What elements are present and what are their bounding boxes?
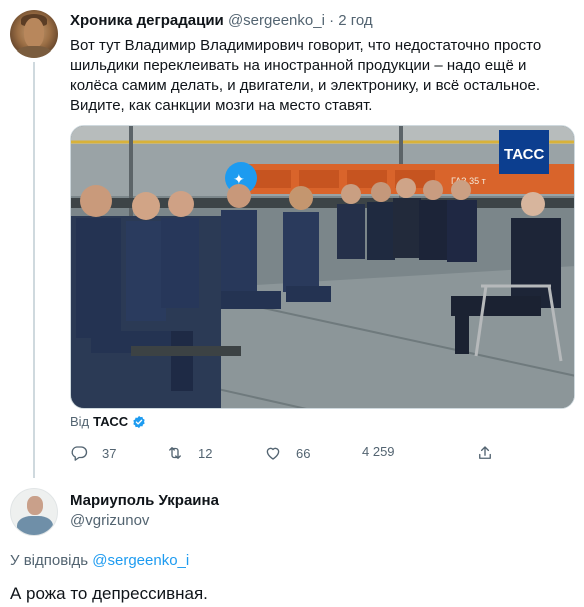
like-count: 66 [296, 445, 311, 461]
retweet-count: 12 [198, 445, 213, 461]
thread-line [33, 62, 35, 478]
officials-group [337, 178, 477, 262]
retweet-icon [169, 447, 181, 459]
via-source[interactable]: ТАСС [93, 414, 128, 430]
meta-separator: · [329, 12, 335, 29]
views-count: 4 259 [362, 444, 395, 459]
reply-author-handle[interactable]: @vgrizunov [70, 512, 149, 530]
like-button[interactable]: 66 [264, 444, 310, 462]
replying-to: У відповідь @sergeenko_i [10, 552, 189, 570]
avatar-torso [17, 516, 53, 535]
heart-icon [266, 447, 280, 460]
author-name[interactable]: Хроника деградации [70, 12, 224, 29]
avatar-body [16, 46, 52, 58]
reply-prefix: У відповідь [10, 552, 89, 569]
avatar-face [24, 18, 44, 48]
factory-meeting-photo: ГАЗ 35 т ✦ ТАСС [71, 126, 574, 408]
retweet-button[interactable]: 12 [166, 444, 212, 462]
tweet-text: Вот тут Владимир Владимирович говорит, ч… [70, 37, 542, 114]
tweet-main[interactable]: Хроника деградации @sergeenko_i · 2 год … [0, 0, 584, 478]
tweet-header: Хроника деградации @sergeenko_i · 2 год [70, 12, 373, 30]
reply-count: 37 [102, 445, 117, 461]
tweet-actions: 37 12 66 4 259 [70, 444, 500, 464]
reply-text: А рожа то депрессивная. [10, 584, 208, 603]
reply-to-handle-link[interactable]: @sergeenko_i [92, 552, 189, 569]
author-avatar[interactable] [10, 10, 58, 58]
source-attribution: Від ТАСС [70, 414, 146, 430]
tweet-media-image[interactable]: ГАЗ 35 т ✦ ТАСС [70, 125, 575, 409]
tweet-time[interactable]: 2 год [338, 12, 372, 29]
share-icon [479, 446, 491, 459]
share-button[interactable] [476, 444, 494, 462]
reply-icon [71, 446, 88, 461]
reply-author-avatar[interactable] [10, 488, 58, 536]
via-prefix: Від [70, 414, 90, 429]
watermark-text: ТАСС [504, 146, 545, 163]
author-handle[interactable]: @sergeenko_i [228, 12, 325, 29]
reply-button[interactable]: 37 [70, 444, 116, 462]
avatar-head [27, 496, 43, 515]
views-button[interactable]: 4 259 [362, 444, 395, 459]
verified-badge-icon [133, 415, 145, 429]
tweet-reply[interactable]: Мариуполь Украина @vgrizunov У відповідь… [0, 478, 584, 607]
reply-author-name[interactable]: Мариуполь Украина [70, 492, 219, 510]
